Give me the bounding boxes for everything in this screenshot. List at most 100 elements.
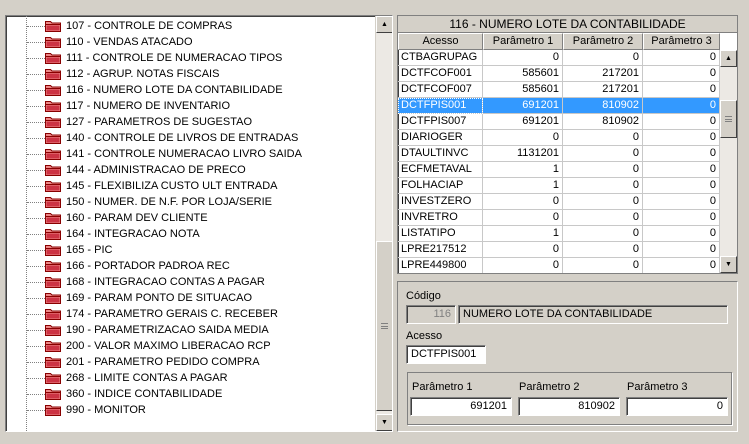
cell-parametro-3[interactable]: 0 bbox=[643, 178, 720, 194]
tree-item[interactable]: 141 - CONTROLE NUMERACAO LIVRO SAIDA bbox=[6, 146, 374, 162]
cell-parametro-3[interactable]: 0 bbox=[643, 162, 720, 178]
cell-acesso[interactable]: DCTFPIS001 bbox=[398, 98, 483, 114]
cell-parametro-2[interactable]: 0 bbox=[563, 210, 643, 226]
cell-parametro-2[interactable]: 0 bbox=[563, 130, 643, 146]
cell-parametro-1[interactable]: 1 bbox=[483, 226, 563, 242]
cell-parametro-3[interactable]: 0 bbox=[643, 130, 720, 146]
cell-parametro-1[interactable]: 691201 bbox=[483, 114, 563, 130]
cell-parametro-3[interactable]: 0 bbox=[643, 210, 720, 226]
grid-scroll-thumb[interactable] bbox=[720, 100, 737, 138]
table-row[interactable]: INVRETRO 0 0 0 bbox=[398, 210, 737, 226]
cell-acesso[interactable]: DCTFPIS007 bbox=[398, 114, 483, 130]
cell-acesso[interactable]: LPRE449800 bbox=[398, 258, 483, 273]
table-row[interactable]: ECFMETAVAL 1 0 0 bbox=[398, 162, 737, 178]
cell-acesso[interactable]: LISTATIPO bbox=[398, 226, 483, 242]
table-row[interactable]: DTAULTINVC 1131201 0 0 bbox=[398, 146, 737, 162]
cell-parametro-3[interactable]: 0 bbox=[643, 50, 720, 66]
tree-item[interactable]: 150 - NUMER. DE N.F. POR LOJA/SERIE bbox=[6, 194, 374, 210]
cell-acesso[interactable]: ECFMETAVAL bbox=[398, 162, 483, 178]
tree-scroll-thumb[interactable] bbox=[376, 241, 392, 411]
cell-parametro-2[interactable]: 810902 bbox=[563, 98, 643, 114]
tree-item[interactable]: 160 - PARAM DEV CLIENTE bbox=[6, 210, 374, 226]
column-parametro-2[interactable]: Parâmetro 2 bbox=[563, 33, 643, 50]
cell-parametro-2[interactable]: 217201 bbox=[563, 66, 643, 82]
column-parametro-3[interactable]: Parâmetro 3 bbox=[643, 33, 720, 50]
tree-item[interactable]: 268 - LIMITE CONTAS A PAGAR bbox=[6, 370, 374, 386]
cell-parametro-2[interactable]: 0 bbox=[563, 178, 643, 194]
tree-item[interactable]: 164 - INTEGRACAO NOTA bbox=[6, 226, 374, 242]
cell-parametro-2[interactable]: 810902 bbox=[563, 114, 643, 130]
cell-parametro-3[interactable]: 0 bbox=[643, 82, 720, 98]
cell-parametro-1[interactable]: 0 bbox=[483, 194, 563, 210]
cell-parametro-1[interactable]: 585601 bbox=[483, 82, 563, 98]
tree-item[interactable]: 116 - NUMERO LOTE DA CONTABILIDADE bbox=[6, 82, 374, 98]
cell-parametro-1[interactable]: 0 bbox=[483, 50, 563, 66]
table-row[interactable]: DIARIOGER 0 0 0 bbox=[398, 130, 737, 146]
tree-item[interactable]: 127 - PARAMETROS DE SUGESTAO bbox=[6, 114, 374, 130]
tree-item[interactable]: 201 - PARAMETRO PEDIDO COMPRA bbox=[6, 354, 374, 370]
cell-acesso[interactable]: LPRE217512 bbox=[398, 242, 483, 258]
cell-parametro-3[interactable]: 0 bbox=[643, 258, 720, 273]
cell-acesso[interactable]: DCTFCOF007 bbox=[398, 82, 483, 98]
cell-parametro-2[interactable]: 0 bbox=[563, 242, 643, 258]
tree-item[interactable]: 168 - INTEGRACAO CONTAS A PAGAR bbox=[6, 274, 374, 290]
cell-parametro-1[interactable]: 0 bbox=[483, 210, 563, 226]
tree-scroll-down-button[interactable]: ▼ bbox=[376, 414, 392, 431]
tree-item[interactable]: 165 - PIC bbox=[6, 242, 374, 258]
table-row[interactable]: DCTFPIS007 691201 810902 0 bbox=[398, 114, 737, 130]
acesso-field[interactable]: DCTFPIS001 bbox=[406, 345, 486, 364]
cell-parametro-2[interactable]: 0 bbox=[563, 146, 643, 162]
parametro-1-field[interactable]: 691201 bbox=[410, 397, 512, 416]
cell-acesso[interactable]: DIARIOGER bbox=[398, 130, 483, 146]
cell-parametro-3[interactable]: 0 bbox=[643, 194, 720, 210]
cell-parametro-1[interactable]: 0 bbox=[483, 130, 563, 146]
cell-acesso[interactable]: CTBAGRUPAG bbox=[398, 50, 483, 66]
table-row[interactable]: DCTFPIS001 691201 810902 0 bbox=[398, 98, 737, 114]
tree-item[interactable]: 111 - CONTROLE DE NUMERACAO TIPOS bbox=[6, 50, 374, 66]
cell-parametro-2[interactable]: 0 bbox=[563, 194, 643, 210]
cell-parametro-3[interactable]: 0 bbox=[643, 114, 720, 130]
tree-item[interactable]: 190 - PARAMETRIZACAO SAIDA MEDIA bbox=[6, 322, 374, 338]
cell-parametro-1[interactable]: 0 bbox=[483, 258, 563, 273]
tree-item[interactable]: 112 - AGRUP. NOTAS FISCAIS bbox=[6, 66, 374, 82]
tree-scroll-up-button[interactable]: ▲ bbox=[376, 16, 392, 33]
tree-item[interactable]: 174 - PARAMETRO GERAIS C. RECEBER bbox=[6, 306, 374, 322]
table-row[interactable]: DCTFCOF001 585601 217201 0 bbox=[398, 66, 737, 82]
column-parametro-1[interactable]: Parâmetro 1 bbox=[483, 33, 563, 50]
table-row[interactable]: FOLHACIAP 1 0 0 bbox=[398, 178, 737, 194]
cell-parametro-3[interactable]: 0 bbox=[643, 226, 720, 242]
table-row[interactable]: CTBAGRUPAG 0 0 0 bbox=[398, 50, 737, 66]
tree-view[interactable]: 107 - CONTROLE DE COMPRAS 110 - VENDAS AT… bbox=[5, 15, 393, 432]
cell-acesso[interactable]: DTAULTINVC bbox=[398, 146, 483, 162]
column-acesso[interactable]: Acesso bbox=[398, 33, 483, 50]
tree-item[interactable]: 200 - VALOR MAXIMO LIBERACAO RCP bbox=[6, 338, 374, 354]
cell-parametro-3[interactable]: 0 bbox=[643, 98, 720, 114]
grid-scroll-down-button[interactable]: ▼ bbox=[720, 256, 737, 273]
cell-parametro-3[interactable]: 0 bbox=[643, 242, 720, 258]
cell-acesso[interactable]: DCTFCOF001 bbox=[398, 66, 483, 82]
cell-parametro-1[interactable]: 1131201 bbox=[483, 146, 563, 162]
tree-item[interactable]: 140 - CONTROLE DE LIVROS DE ENTRADAS bbox=[6, 130, 374, 146]
tree-vertical-scrollbar[interactable]: ▲ ▼ bbox=[375, 16, 392, 431]
cell-parametro-1[interactable]: 0 bbox=[483, 242, 563, 258]
cell-parametro-1[interactable]: 1 bbox=[483, 178, 563, 194]
table-row[interactable]: INVESTZERO 0 0 0 bbox=[398, 194, 737, 210]
parametro-2-field[interactable]: 810902 bbox=[518, 397, 620, 416]
tree-item[interactable]: 990 - MONITOR bbox=[6, 402, 374, 418]
tree-item[interactable]: 360 - INDICE CONTABILIDADE bbox=[6, 386, 374, 402]
cell-parametro-3[interactable]: 0 bbox=[643, 146, 720, 162]
tree-item[interactable]: 107 - CONTROLE DE COMPRAS bbox=[6, 18, 374, 34]
tree-item[interactable]: 144 - ADMINISTRACAO DE PRECO bbox=[6, 162, 374, 178]
parameters-grid[interactable]: 116 - NUMERO LOTE DA CONTABILIDADE Acess… bbox=[397, 15, 738, 274]
cell-parametro-2[interactable]: 0 bbox=[563, 258, 643, 273]
cell-parametro-2[interactable]: 217201 bbox=[563, 82, 643, 98]
cell-parametro-1[interactable]: 1 bbox=[483, 162, 563, 178]
cell-parametro-1[interactable]: 585601 bbox=[483, 66, 563, 82]
table-row[interactable]: DCTFCOF007 585601 217201 0 bbox=[398, 82, 737, 98]
tree-item[interactable]: 117 - NUMERO DE INVENTARIO bbox=[6, 98, 374, 114]
grid-scroll-up-button[interactable]: ▲ bbox=[720, 50, 737, 67]
tree-item[interactable]: 110 - VENDAS ATACADO bbox=[6, 34, 374, 50]
tree-item[interactable]: 145 - FLEXIBILIZA CUSTO ULT ENTRADA bbox=[6, 178, 374, 194]
table-row[interactable]: LISTATIPO 1 0 0 bbox=[398, 226, 737, 242]
tree-item[interactable]: 169 - PARAM PONTO DE SITUACAO bbox=[6, 290, 374, 306]
